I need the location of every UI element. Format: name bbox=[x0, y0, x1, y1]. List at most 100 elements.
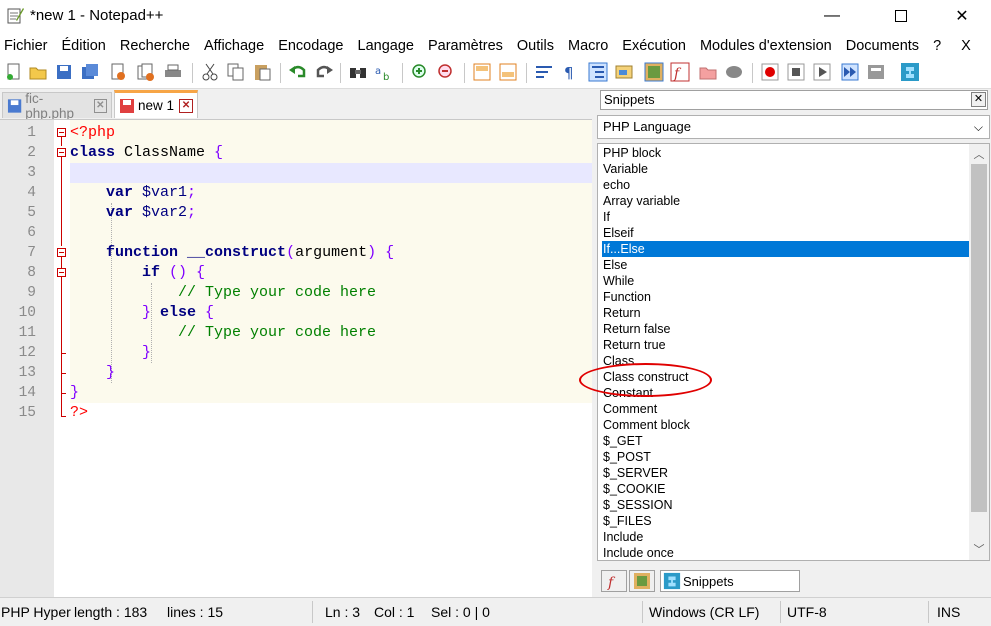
menu-macro[interactable]: Macro bbox=[561, 34, 615, 58]
menu-documents[interactable]: Documents bbox=[839, 34, 926, 58]
snippet-item[interactable]: Comment bbox=[602, 401, 970, 417]
menu-encodage[interactable]: Encodage bbox=[271, 34, 350, 58]
paste-icon[interactable] bbox=[252, 62, 272, 82]
fold-toggle-icon[interactable] bbox=[57, 248, 66, 257]
menu-help[interactable]: ? bbox=[926, 34, 948, 58]
copy-icon[interactable] bbox=[226, 62, 246, 82]
snippet-item[interactable]: While bbox=[602, 273, 970, 289]
scroll-down-icon[interactable]: ﹀ bbox=[969, 541, 989, 559]
snippet-item[interactable]: Array variable bbox=[602, 193, 970, 209]
semicolon: ; bbox=[187, 184, 197, 201]
menu-affichage[interactable]: Affichage bbox=[197, 34, 271, 58]
replace-icon[interactable]: ab bbox=[374, 62, 394, 82]
new-file-icon[interactable] bbox=[4, 62, 24, 82]
snippet-item[interactable]: Comment block bbox=[602, 417, 970, 433]
show-all-characters-icon[interactable]: ¶ bbox=[560, 62, 580, 82]
scroll-up-icon[interactable]: ︿ bbox=[969, 146, 989, 164]
save-all-icon[interactable] bbox=[80, 62, 100, 82]
snippet-item[interactable]: Elseif bbox=[602, 225, 970, 241]
function-list-icon[interactable]: f bbox=[670, 62, 690, 82]
panel-close-icon[interactable]: ✕ bbox=[971, 92, 986, 107]
print-icon[interactable] bbox=[163, 62, 183, 82]
redo-icon[interactable] bbox=[314, 62, 334, 82]
menu-close-document[interactable]: X bbox=[954, 34, 978, 58]
zoom-in-icon[interactable] bbox=[410, 62, 430, 82]
document-map-tab[interactable] bbox=[629, 570, 655, 592]
maximize-button[interactable] bbox=[878, 0, 924, 32]
snippet-item[interactable]: Else bbox=[602, 257, 970, 273]
snippet-item[interactable]: Function bbox=[602, 289, 970, 305]
user-defined-language-icon[interactable] bbox=[614, 62, 634, 82]
close-button[interactable]: ✕ bbox=[939, 0, 985, 32]
fold-toggle-icon[interactable] bbox=[57, 128, 66, 137]
snippets-tab[interactable]: Snippets bbox=[660, 570, 800, 592]
snippet-item[interactable]: PHP block bbox=[602, 145, 970, 161]
fold-toggle-icon[interactable] bbox=[57, 148, 66, 157]
play-macro-icon[interactable] bbox=[812, 62, 832, 82]
snippet-item[interactable]: Return bbox=[602, 305, 970, 321]
folder-workspace-icon[interactable] bbox=[698, 62, 718, 82]
scrollbar-thumb[interactable] bbox=[971, 164, 987, 512]
snippet-item[interactable]: $_COOKIE bbox=[602, 481, 970, 497]
tab-fic-php[interactable]: fic-php.php ✕ bbox=[2, 91, 112, 121]
line-number: 15 bbox=[18, 405, 36, 421]
close-file-icon[interactable] bbox=[108, 62, 128, 82]
variable: $var2 bbox=[133, 204, 188, 221]
line-number: 7 bbox=[27, 245, 36, 261]
sync-vertical-icon[interactable] bbox=[472, 62, 492, 82]
snippet-item[interactable]: $_POST bbox=[602, 449, 970, 465]
snippet-item-selected[interactable]: If...Else bbox=[602, 241, 970, 257]
brace: { bbox=[214, 144, 224, 161]
menu-langage[interactable]: Langage bbox=[351, 34, 421, 58]
keyword: class bbox=[70, 144, 116, 161]
sync-horizontal-icon[interactable] bbox=[498, 62, 518, 82]
save-macro-icon[interactable] bbox=[866, 62, 886, 82]
snippet-item[interactable]: Include bbox=[602, 529, 970, 545]
function-list-tab[interactable]: f bbox=[601, 570, 627, 592]
language-select[interactable]: PHP Language ⌵ bbox=[597, 115, 990, 139]
code-editor[interactable]: 1 2 3 4 5 6 7 8 9 10 11 12 13 14 15 <?ph… bbox=[0, 119, 592, 597]
snippet-item[interactable]: Variable bbox=[602, 161, 970, 177]
stop-macro-icon[interactable] bbox=[786, 62, 806, 82]
fold-toggle-icon[interactable] bbox=[57, 268, 66, 277]
record-macro-icon[interactable] bbox=[760, 62, 780, 82]
save-icon[interactable] bbox=[54, 62, 74, 82]
snippet-item[interactable]: If bbox=[602, 209, 970, 225]
menu-edition[interactable]: Édition bbox=[55, 34, 113, 58]
snippets-plugin-icon[interactable] bbox=[900, 62, 920, 82]
function-name: __construct bbox=[178, 244, 287, 261]
code-line-11: // Type your code here bbox=[70, 323, 376, 343]
snippet-item[interactable]: echo bbox=[602, 177, 970, 193]
zoom-out-icon[interactable] bbox=[436, 62, 456, 82]
snippet-item[interactable]: $_SESSION bbox=[602, 497, 970, 513]
undo-icon[interactable] bbox=[288, 62, 308, 82]
snippet-item[interactable]: $_SERVER bbox=[602, 465, 970, 481]
tab-new-1[interactable]: new 1 ✕ bbox=[114, 90, 198, 118]
tab-close-icon[interactable]: ✕ bbox=[93, 98, 107, 113]
menu-outils[interactable]: Outils bbox=[510, 34, 561, 58]
menu-recherche[interactable]: Recherche bbox=[113, 34, 197, 58]
monitoring-icon[interactable] bbox=[724, 62, 744, 82]
variable: $var1 bbox=[133, 184, 188, 201]
snippet-item[interactable]: Return false bbox=[602, 321, 970, 337]
close-all-icon[interactable] bbox=[136, 62, 156, 82]
indent-guide-icon[interactable] bbox=[588, 62, 608, 82]
run-macro-multiple-icon[interactable] bbox=[840, 62, 860, 82]
snippet-list[interactable]: PHP block Variable echo Array variable I… bbox=[597, 143, 990, 561]
fold-end-marker bbox=[61, 416, 66, 417]
open-file-icon[interactable] bbox=[28, 62, 48, 82]
document-map-icon[interactable] bbox=[644, 62, 664, 82]
minimize-button[interactable]: — bbox=[809, 0, 855, 32]
snippet-item[interactable]: Return true bbox=[602, 337, 970, 353]
menu-fichier[interactable]: Fichier bbox=[0, 34, 55, 58]
snippet-item[interactable]: $_GET bbox=[602, 433, 970, 449]
menu-modules-extension[interactable]: Modules d'extension bbox=[693, 34, 839, 58]
menu-parametres[interactable]: Paramètres bbox=[421, 34, 510, 58]
snippet-item[interactable]: $_FILES bbox=[602, 513, 970, 529]
cut-icon[interactable] bbox=[200, 62, 220, 82]
menu-execution[interactable]: Exécution bbox=[615, 34, 693, 58]
snippet-item[interactable]: Include once bbox=[602, 545, 970, 561]
tab-close-icon[interactable]: ✕ bbox=[179, 98, 194, 113]
find-icon[interactable] bbox=[348, 62, 368, 82]
word-wrap-icon[interactable] bbox=[534, 62, 554, 82]
